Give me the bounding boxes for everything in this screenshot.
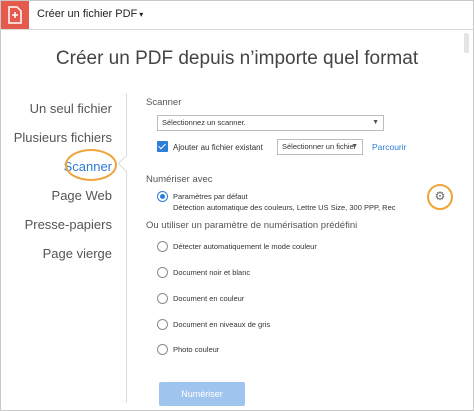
file-select[interactable]: Sélectionner un fichier ▼ [277, 139, 363, 155]
default-settings-description: Détection automatique des couleurs, Lett… [173, 203, 396, 212]
add-to-existing-label: Ajouter au fichier existant [173, 143, 263, 152]
nav-web-page[interactable]: Page Web [52, 188, 112, 203]
preset-radio-auto-color[interactable] [157, 241, 168, 252]
nav-divider [126, 93, 127, 403]
tool-title-dropdown[interactable]: Créer un fichier PDF ▾ [37, 8, 143, 20]
browse-link[interactable]: Parcourir [372, 142, 406, 152]
chevron-down-icon: ▼ [351, 143, 358, 150]
preset-radio-grayscale[interactable] [157, 319, 168, 330]
scanner-highlight-ring [65, 149, 117, 181]
scanner-select[interactable]: Sélectionnez un scanner. ▼ [157, 115, 384, 131]
pdf-create-icon[interactable] [1, 1, 29, 29]
scanner-section-label: Scanner [146, 97, 182, 108]
preset-radio-color[interactable] [157, 293, 168, 304]
nav-clipboard[interactable]: Presse-papiers [25, 217, 112, 232]
chevron-down-icon: ▾ [139, 10, 144, 19]
preset-label-black-white: Document noir et blanc [173, 268, 251, 277]
gear-icon: ⚙ [434, 189, 446, 203]
default-settings-label: Paramètres par défaut [173, 192, 248, 201]
preset-section-label: Ou utiliser un paramètre de numérisation… [146, 220, 358, 231]
scrollbar-thumb[interactable] [464, 33, 469, 53]
scan-settings-button[interactable]: ⚙ [427, 184, 453, 210]
top-bar: Créer un fichier PDF ▾ [1, 1, 473, 30]
scrollbar[interactable] [464, 29, 470, 409]
scanner-select-value: Sélectionnez un scanner. [162, 118, 246, 127]
preset-label-grayscale: Document en niveaux de gris [173, 320, 271, 329]
preset-label-auto-color: Détecter automatiquement le mode couleur [173, 242, 317, 251]
create-pdf-window: Créer un fichier PDF ▾ Créer un PDF depui… [0, 0, 474, 411]
active-indicator [117, 155, 134, 172]
add-to-existing-checkbox[interactable] [157, 141, 168, 152]
tool-title: Créer un fichier PDF [37, 8, 138, 20]
preset-radio-color-photo[interactable] [157, 344, 168, 355]
preset-label-color: Document en couleur [173, 294, 245, 303]
scan-button[interactable]: Numériser [159, 382, 245, 406]
file-select-value: Sélectionner un fichier [282, 142, 357, 151]
nav-single-file[interactable]: Un seul fichier [30, 101, 112, 116]
nav-blank-page[interactable]: Page vierge [43, 246, 112, 261]
nav-multiple-files[interactable]: Plusieurs fichiers [14, 130, 112, 145]
preset-label-color-photo: Photo couleur [173, 345, 220, 354]
scan-with-section-label: Numériser avec [146, 174, 213, 185]
preset-radio-black-white[interactable] [157, 267, 168, 278]
chevron-down-icon: ▼ [372, 119, 379, 126]
default-settings-radio[interactable] [157, 191, 168, 202]
page-title: Créer un PDF depuis n’importe quel forma… [55, 48, 419, 69]
